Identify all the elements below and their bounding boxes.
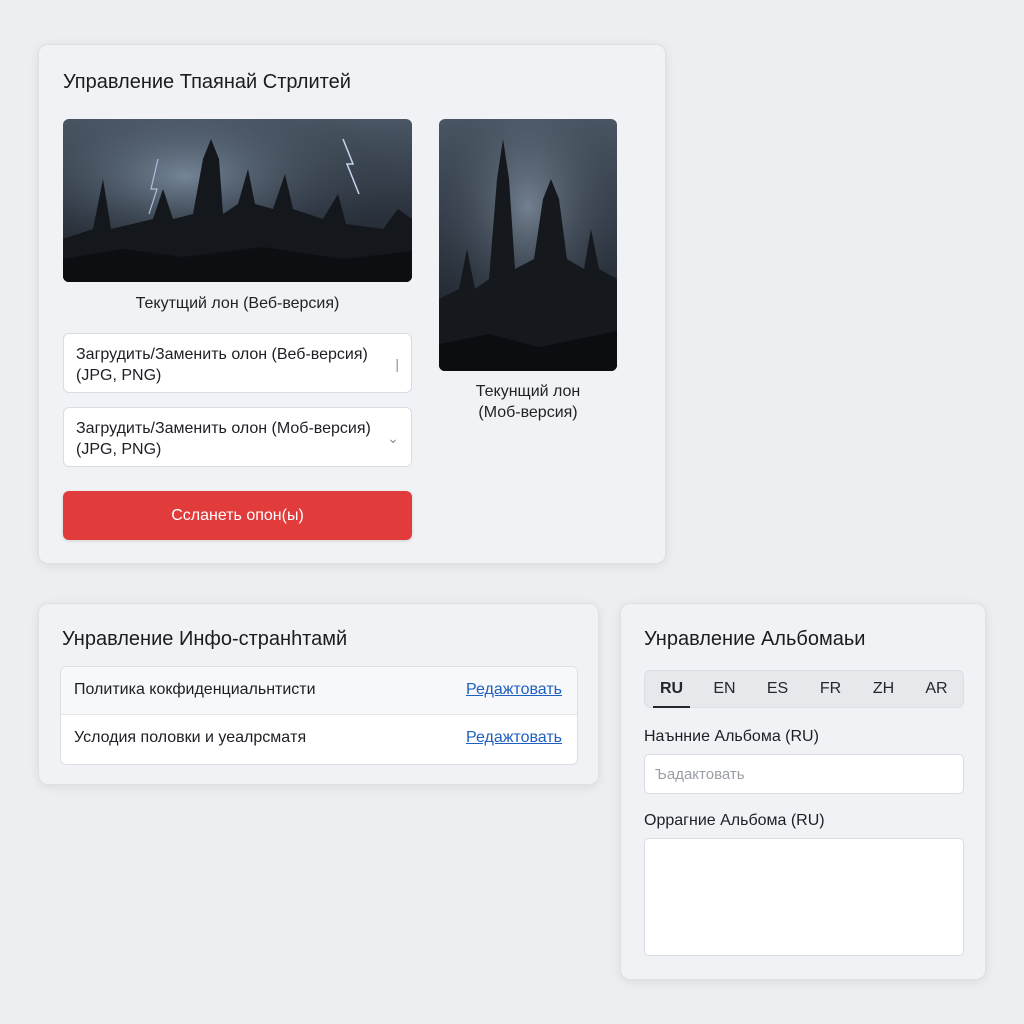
info-card-title: Унравление Инфо-стрaнhтамй <box>62 628 348 650</box>
album-management-card: Унравление Альбомаьи RU EN ES FR ZH AR Н… <box>620 603 986 980</box>
info-pages-card: Унравление Инфо-стрaнhтамй Политика кокф… <box>38 603 599 785</box>
background-card-title: Управление Тпаянай Стрлитей <box>63 71 351 93</box>
page-name: Услодия половки и уеалрсмaтя <box>74 729 307 746</box>
upload-mob-label-line1: Загрудить/Заменить олон (Моб-версия) <box>76 420 371 437</box>
upload-web-indicator-icon: | <box>395 356 399 372</box>
chevron-down-icon: ⌄ <box>387 430 399 446</box>
table-row: Политика кокфиденциальнтисти Редажтовать <box>61 667 577 715</box>
upload-web-background-field[interactable]: Загрудить/Заменить олон (Веб-версия) (JP… <box>63 333 412 393</box>
upload-mob-label-line2: (JPG, PNG) <box>76 441 162 458</box>
castle-image <box>63 119 412 282</box>
language-tabs: RU EN ES FR ZH AR <box>644 670 964 708</box>
tab-es[interactable]: ES <box>751 671 804 707</box>
album-name-label: Наънние Альбома (RU) <box>644 728 819 745</box>
tab-fr[interactable]: FR <box>804 671 857 707</box>
album-card-title: Унравление Альбомаьи <box>644 628 866 650</box>
tab-ar[interactable]: AR <box>910 671 963 707</box>
web-background-preview <box>63 119 412 282</box>
album-name-input[interactable] <box>644 754 964 794</box>
castle-image <box>439 119 617 371</box>
background-management-card: Управление Тпаянай Стрлитей Текутщий лон… <box>38 44 666 564</box>
tab-ru[interactable]: RU <box>645 671 698 708</box>
save-backgrounds-button[interactable]: Ссланеть опон(ы) <box>63 491 412 540</box>
info-pages-table: Политика кокфиденциальнтисти Редажтовать… <box>60 666 578 765</box>
upload-mobile-background-field[interactable]: Загрудить/Заменить олон (Моб-версия) (JP… <box>63 407 412 467</box>
web-preview-caption: Текутщий лон (Веб-версия) <box>135 295 340 312</box>
upload-web-label-line2: (JPG, PNG) <box>76 367 162 384</box>
mobile-caption-line1: Текунщий лон <box>475 383 581 400</box>
edit-link[interactable]: Редажтовать <box>466 681 562 699</box>
mobile-preview-caption: Текунщий лон (Моб-версия) <box>429 381 627 423</box>
album-description-textarea[interactable] <box>644 838 964 956</box>
tab-zh[interactable]: ZH <box>857 671 910 707</box>
table-row: Услодия половки и уеалрсмaтя Редажтовать <box>61 715 577 763</box>
album-description-label: Оррагние Альбома (RU) <box>644 812 825 829</box>
mobile-caption-line2: (Моб-версия) <box>478 404 578 421</box>
mobile-background-preview <box>439 119 617 371</box>
edit-link[interactable]: Редажтовать <box>466 729 562 747</box>
page-name: Политика кокфиденциальнтисти <box>74 681 316 698</box>
upload-web-label-line1: Загрудить/Заменить олон (Веб-версия) <box>76 346 368 363</box>
tab-en[interactable]: EN <box>698 671 751 707</box>
